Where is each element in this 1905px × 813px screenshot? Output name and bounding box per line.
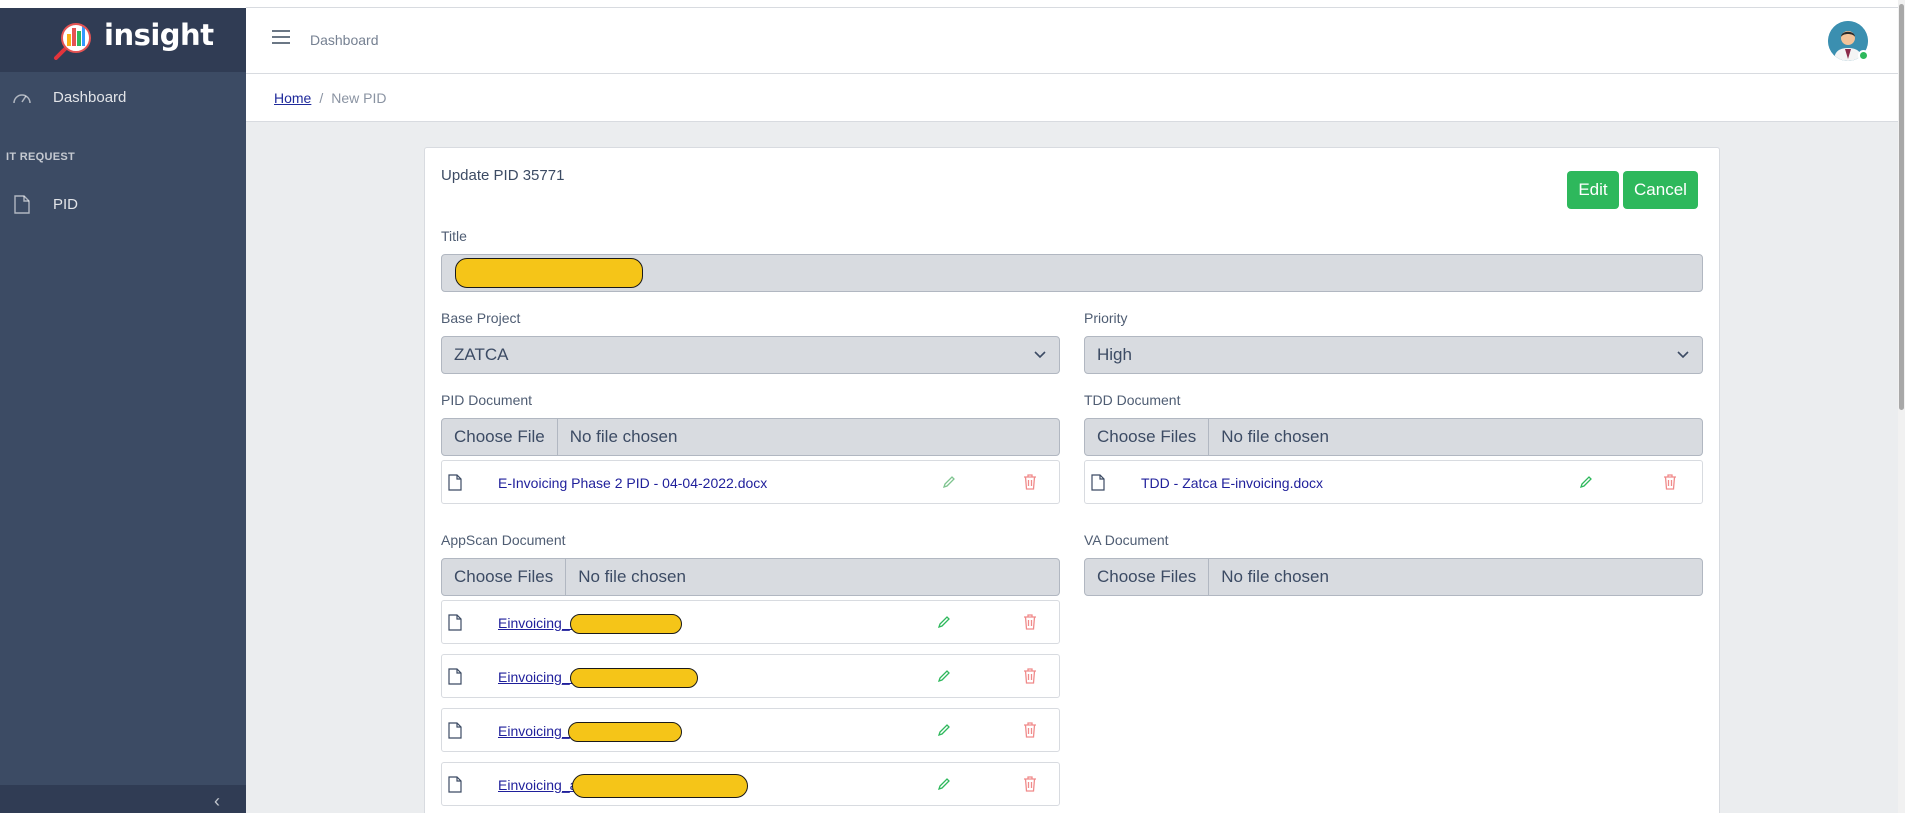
base-project-value: ZATCA	[454, 345, 509, 364]
edit-button[interactable]: Edit	[1567, 171, 1619, 209]
trash-icon[interactable]	[1023, 474, 1037, 490]
sidebar-item-label: PID	[53, 195, 79, 213]
base-project-select[interactable]: ZATCA	[441, 336, 1060, 374]
tdd-document-label: TDD Document	[1084, 392, 1181, 408]
priority-value: High	[1097, 345, 1132, 364]
pid-document-label: PID Document	[441, 392, 533, 408]
choose-files-button[interactable]: Choose Files	[1085, 419, 1210, 455]
logo-icon	[54, 23, 91, 60]
chevron-left-icon: ‹	[214, 791, 220, 811]
title-label: Title	[441, 228, 467, 244]
trash-icon[interactable]	[1663, 474, 1677, 490]
header-nav-dashboard[interactable]: Dashboard	[310, 32, 379, 48]
base-project-label: Base Project	[441, 310, 521, 326]
va-document-input[interactable]: Choose Files No file chosen	[1084, 558, 1703, 596]
sidebar-item-label: Dashboard	[53, 88, 127, 106]
trash-icon[interactable]	[1023, 776, 1037, 792]
priority-label: Priority	[1084, 310, 1128, 326]
sidebar: insight Dashboard IT REQUEST PID ‹	[0, 0, 246, 813]
pencil-icon[interactable]	[936, 614, 952, 630]
page-scrollbar[interactable]	[1898, 0, 1905, 813]
chevron-down-icon	[1034, 351, 1046, 359]
update-pid-card: Update PID 35771 Edit Cancel Title Base …	[424, 147, 1720, 813]
sidebar-item-dashboard[interactable]: Dashboard	[0, 77, 246, 117]
card-title: Update PID 35771	[441, 167, 565, 184]
redaction-mark	[572, 774, 748, 798]
file-status: No file chosen	[569, 427, 678, 446]
tdd-document-row: TDD - Zatca E-invoicing.docx	[1084, 460, 1703, 504]
online-status-dot	[1858, 50, 1869, 61]
top-border	[246, 0, 1898, 8]
sidebar-top-strip	[0, 0, 246, 8]
brand[interactable]: insight	[0, 8, 246, 72]
brand-name: insight	[104, 18, 214, 52]
sidebar-minimize-button[interactable]: ‹	[0, 785, 246, 813]
tdd-document-input[interactable]: Choose Files No file chosen	[1084, 418, 1703, 456]
sidebar-section-title: IT REQUEST	[6, 151, 76, 163]
file-icon	[448, 614, 462, 631]
sidebar-item-pid[interactable]: PID	[0, 184, 246, 224]
scrollbar-thumb[interactable]	[1899, 4, 1904, 410]
pid-document-input[interactable]: Choose File No file chosen	[441, 418, 1060, 456]
redaction-mark	[455, 258, 643, 288]
chevron-down-icon	[1677, 351, 1689, 359]
appscan-document-row: Einvoicing_appscan_v1.pdf	[441, 600, 1060, 644]
redaction-mark	[568, 722, 682, 742]
breadcrumb-separator: /	[319, 90, 324, 106]
file-icon	[448, 776, 462, 793]
breadcrumb: Home / New PID	[274, 90, 386, 106]
file-icon	[448, 722, 462, 739]
trash-icon[interactable]	[1023, 668, 1037, 684]
file-status: No file chosen	[578, 567, 686, 586]
file-status: No file chosen	[1221, 567, 1329, 586]
pencil-icon[interactable]	[936, 668, 952, 684]
file-icon	[448, 474, 462, 491]
pid-document-link[interactable]: E-Invoicing Phase 2 PID - 04-04-2022.doc…	[498, 475, 767, 491]
trash-icon[interactable]	[1023, 722, 1037, 738]
hamburger-menu-icon[interactable]	[272, 30, 290, 46]
cancel-button[interactable]: Cancel	[1623, 171, 1698, 209]
speedometer-icon	[12, 87, 32, 107]
redaction-mark	[570, 614, 682, 634]
redaction-mark	[570, 668, 698, 688]
pencil-icon[interactable]	[941, 474, 957, 490]
trash-icon[interactable]	[1023, 614, 1037, 630]
appscan-document-label: AppScan Document	[441, 532, 566, 548]
pencil-icon[interactable]	[936, 722, 952, 738]
tdd-document-link[interactable]: TDD - Zatca E-invoicing.docx	[1141, 475, 1323, 491]
pencil-icon[interactable]	[936, 776, 952, 792]
pencil-icon[interactable]	[1578, 474, 1594, 490]
header: Dashboard	[246, 8, 1898, 74]
subheader: Home / New PID	[246, 74, 1898, 122]
appscan-document-row: Einvoicing_appscan_v3.pdf	[441, 708, 1060, 752]
choose-files-button[interactable]: Choose Files	[442, 559, 567, 595]
choose-files-button[interactable]: Choose Files	[1085, 559, 1210, 595]
breadcrumb-current: New PID	[331, 90, 387, 106]
priority-select[interactable]: High	[1084, 336, 1703, 374]
pid-document-row: E-Invoicing Phase 2 PID - 04-04-2022.doc…	[441, 460, 1060, 504]
breadcrumb-home-link[interactable]: Home	[274, 90, 311, 106]
appscan-document-input[interactable]: Choose Files No file chosen	[441, 558, 1060, 596]
file-icon	[12, 194, 32, 214]
file-status: No file chosen	[1221, 427, 1329, 446]
file-icon	[1091, 474, 1105, 491]
file-icon	[448, 668, 462, 685]
appscan-document-row: Einvoicing_appscan_v2.pdf	[441, 654, 1060, 698]
va-document-label: VA Document	[1084, 532, 1169, 548]
title-field[interactable]	[441, 254, 1703, 292]
choose-file-button[interactable]: Choose File	[442, 419, 558, 455]
appscan-document-row: Einvoicing_appscan_v2.pdf	[441, 762, 1060, 806]
